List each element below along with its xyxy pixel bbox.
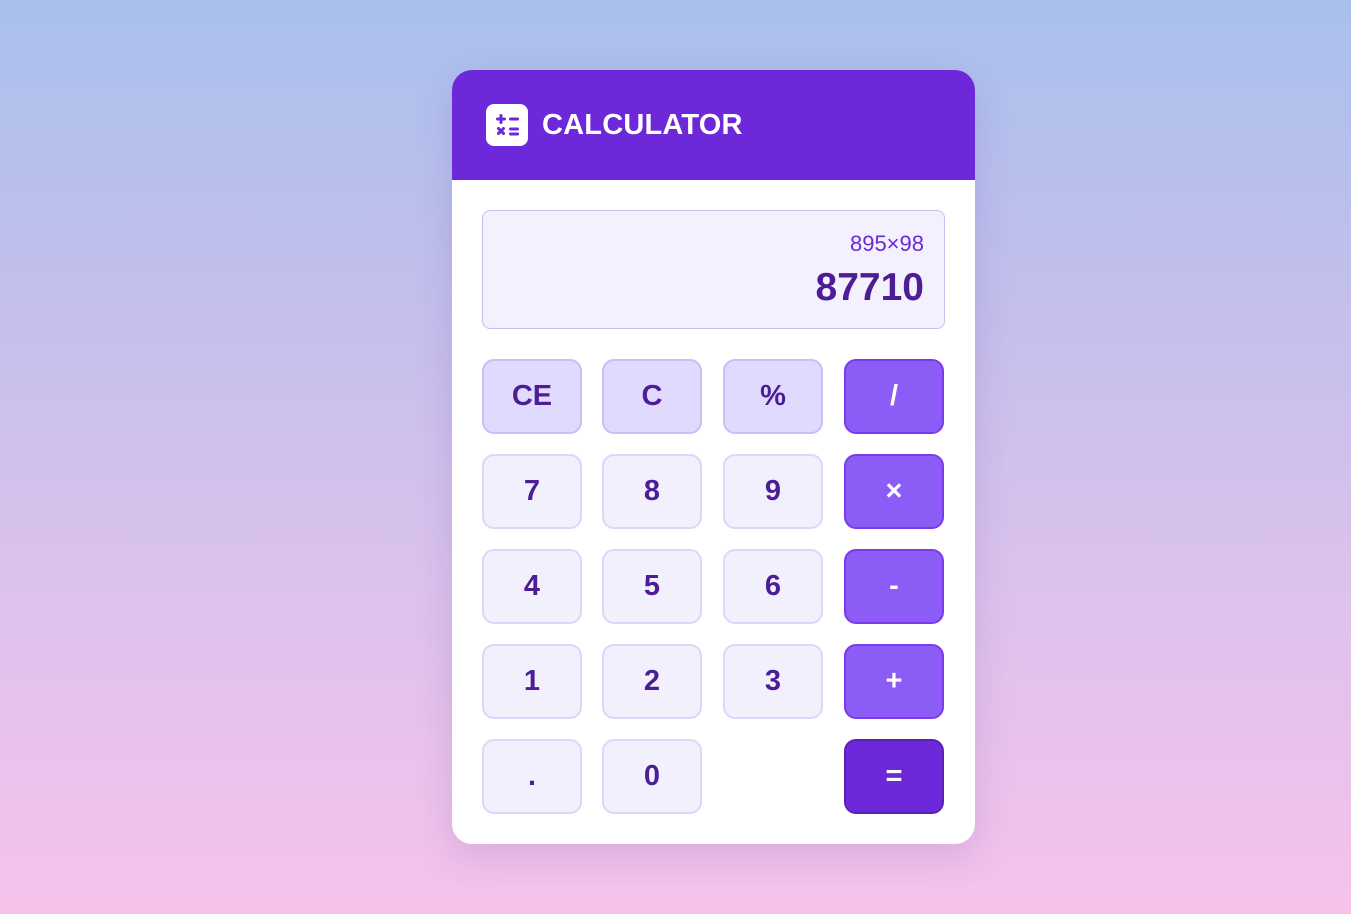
digit-6-button[interactable]: 6 [723,549,823,624]
digit-1-button[interactable]: 1 [482,644,582,719]
calculator-icon [486,104,528,146]
expression-readout: 895×98 [849,231,924,256]
decimal-point-button[interactable]: . [482,739,582,814]
digit-3-button[interactable]: 3 [723,644,823,719]
keypad: CE C % / 7 8 9 × 4 5 6 - 1 2 3 + . 0 = [482,359,945,814]
clear-button[interactable]: C [602,359,702,434]
digit-5-button[interactable]: 5 [602,549,702,624]
add-button[interactable]: + [844,644,944,719]
calculator-header: CALCULATOR [452,70,975,180]
percent-button[interactable]: % [723,359,823,434]
result-readout: 87710 [815,266,924,309]
subtract-button[interactable]: - [844,549,944,624]
digit-0-button[interactable]: 0 [602,739,702,814]
digit-2-button[interactable]: 2 [602,644,702,719]
digit-4-button[interactable]: 4 [482,549,582,624]
calculator-card: CALCULATOR 895×98 87710 CE C % / 7 8 9 ×… [452,70,975,844]
calculator-display: 895×98 87710 [482,210,945,329]
multiply-button[interactable]: × [844,454,944,529]
digit-8-button[interactable]: 8 [602,454,702,529]
clear-entry-button[interactable]: CE [482,359,582,434]
digit-9-button[interactable]: 9 [723,454,823,529]
divide-button[interactable]: / [844,359,944,434]
equals-button[interactable]: = [844,739,944,814]
digit-7-button[interactable]: 7 [482,454,582,529]
app-title: CALCULATOR [542,108,743,141]
